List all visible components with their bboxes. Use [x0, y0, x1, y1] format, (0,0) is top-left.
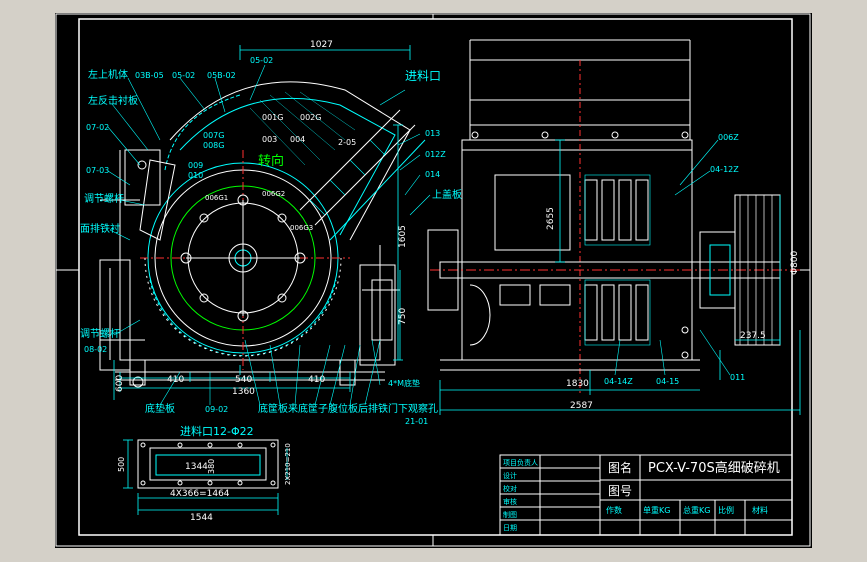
- cad-drawing: 左上机体 03B-05 左反击衬板 07-02 07-03 调节螺杆 面排铁衬 …: [55, 13, 812, 548]
- label-04-12Z: 04-12Z: [710, 165, 739, 174]
- dim-410b: 410: [308, 375, 325, 385]
- label-008G: 008G: [203, 141, 224, 150]
- tb-machine-name: PCX-V-70S高细破碎机: [648, 460, 780, 476]
- dim-1027: 1027: [310, 40, 333, 50]
- dim-1605: 1605: [398, 225, 408, 248]
- label-21-01: 21-01: [405, 417, 428, 426]
- label-08-02: 08-02: [84, 345, 107, 354]
- dim-4x366: 4X366=1464: [170, 489, 230, 499]
- tb-name-label: 图名: [608, 460, 632, 475]
- label-006Z: 006Z: [718, 133, 739, 142]
- label-2-05: 2-05: [338, 138, 356, 147]
- label-05B-02: 05B-02: [207, 71, 236, 80]
- dim-410a: 410: [167, 375, 184, 385]
- label-bolts: 4*M底垫: [388, 378, 420, 388]
- label-05-02b: 05-02: [250, 56, 273, 65]
- label-006G1: 006G1: [205, 194, 228, 202]
- label-009: 009: [188, 161, 203, 170]
- label-07-02: 07-02: [86, 123, 109, 132]
- dim-540: 540: [235, 375, 252, 385]
- dim-500: 500: [117, 457, 126, 472]
- label-rotation: 转向: [258, 153, 284, 169]
- label-04-15: 04-15: [656, 377, 679, 386]
- label-012Z: 012Z: [425, 150, 446, 159]
- dim-1344: 1344: [185, 462, 208, 472]
- dim-2x210: 2X210=210: [284, 443, 292, 485]
- dim-1830: 1830: [566, 379, 589, 389]
- label-adjust-screw: 调节螺杆: [84, 193, 124, 205]
- label-004: 004: [290, 135, 305, 144]
- tb-footer-0: 作数: [606, 505, 622, 515]
- label-adjust-screw-2: 调节螺杆: [80, 328, 120, 340]
- label-left-counter-plate: 左反击衬板: [88, 94, 138, 107]
- dim-1544: 1544: [190, 513, 213, 523]
- label-006G3: 006G3: [290, 224, 313, 232]
- tb-row-3: 审核: [503, 497, 517, 506]
- dim-380: 380: [207, 459, 216, 474]
- label-07-03: 07-03: [86, 166, 109, 175]
- tb-row-0: 项目负责人: [503, 458, 538, 467]
- dim-1360: 1360: [232, 387, 255, 397]
- label-09-02: 09-02: [205, 405, 228, 414]
- dim-600: 600: [115, 375, 125, 392]
- label-002G: 002G: [300, 113, 321, 122]
- dim-237-5: 237.5: [740, 331, 766, 341]
- label-010: 010: [188, 171, 203, 180]
- label-001G: 001G: [262, 113, 283, 122]
- tb-row-2: 校对: [503, 484, 517, 493]
- dim-2587: 2587: [570, 401, 593, 411]
- tb-drawing-no-label: 图号: [608, 484, 632, 498]
- label-face-liner: 面排铁衬: [80, 222, 120, 235]
- label-006G2: 006G2: [262, 190, 285, 198]
- label-03B-05: 03B-05: [135, 71, 164, 80]
- label-bottom-plate: 底垫板: [145, 402, 175, 415]
- label-05-02a: 05-02: [172, 71, 195, 80]
- tb-row-1: 设计: [503, 471, 517, 480]
- label-inlet-title: 进料口12-Φ22: [180, 424, 254, 438]
- label-04-14Z: 04-14Z: [604, 377, 633, 386]
- tb-footer-1: 单重KG: [643, 505, 670, 515]
- label-bottom-caption: 底筐板来底筐子腹位板后排铁门下观察孔: [258, 402, 438, 415]
- label-007G: 007G: [203, 131, 224, 140]
- tb-row-4: 制图: [503, 510, 517, 519]
- label-003: 003: [262, 135, 277, 144]
- dim-750: 750: [398, 308, 408, 325]
- label-left-upper-body: 左上机体: [88, 68, 128, 81]
- cad-viewport[interactable]: 左上机体 03B-05 左反击衬板 07-02 07-03 调节螺杆 面排铁衬 …: [0, 0, 867, 562]
- dim-2655: 2655: [546, 207, 556, 230]
- dim-phi800: Φ800: [790, 250, 800, 275]
- tb-footer-3: 比例: [718, 505, 734, 515]
- tb-footer-4: 材料: [752, 505, 768, 515]
- label-upper-cover: 上盖板: [432, 188, 462, 201]
- tb-footer-2: 总重KG: [683, 505, 710, 515]
- tb-row-5: 日期: [503, 524, 517, 532]
- label-feed-inlet: 进料口: [405, 69, 441, 83]
- label-014: 014: [425, 170, 440, 179]
- label-011: 011: [730, 373, 745, 382]
- label-013: 013: [425, 129, 440, 138]
